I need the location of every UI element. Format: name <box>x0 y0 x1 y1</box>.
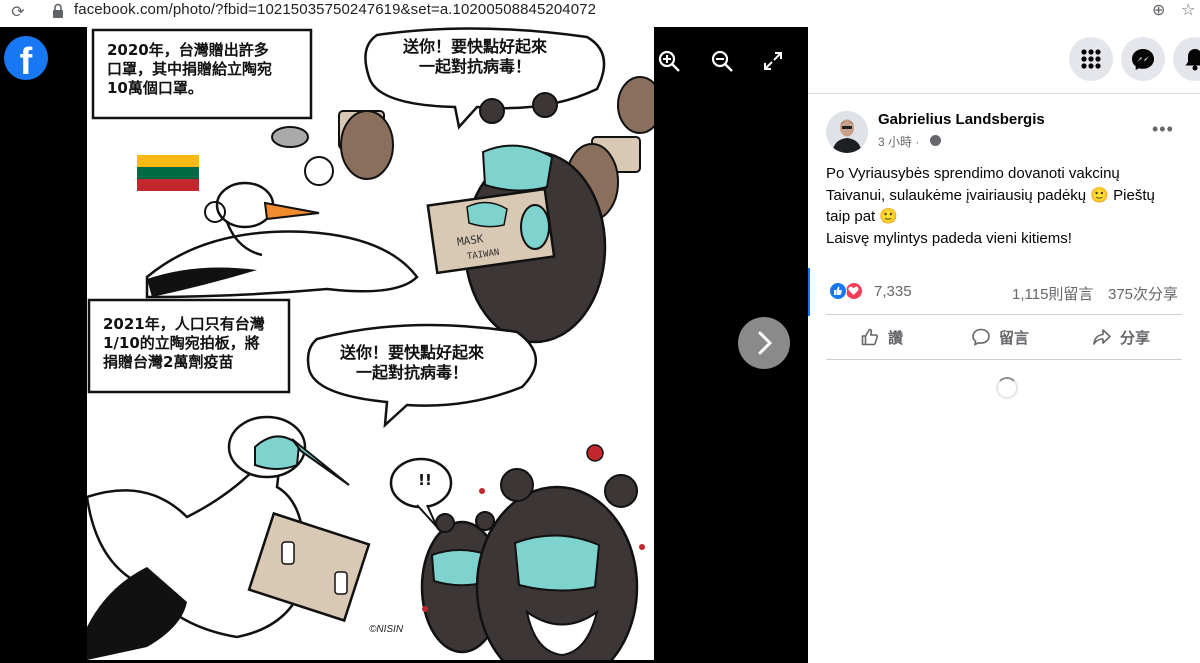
share-label: 分享 <box>1120 329 1151 347</box>
fullscreen-icon[interactable] <box>763 51 783 71</box>
facebook-logo-icon[interactable]: f <box>4 36 48 83</box>
chevron-right-icon <box>758 331 773 355</box>
post-timestamp[interactable]: 3 小時 · <box>878 133 919 150</box>
photo-viewer: f 2020年，台灣贈出許多 口罩，其中捐贈給立陶宛 10萬個口罩。 送你！要快… <box>0 27 808 663</box>
comment-bubble-icon <box>972 328 990 346</box>
public-globe-icon <box>930 135 941 146</box>
post-actions: 讚 留言 分享 <box>826 317 1182 357</box>
panel1-caption: 2020年，台灣贈出許多 口罩，其中捐贈給立陶宛 10萬個口罩。 <box>107 41 273 97</box>
post-line: Laisvę mylintys padeda vieni kitiems! <box>826 229 1072 247</box>
lock-icon[interactable] <box>52 3 64 19</box>
comic-image: 2020年，台灣贈出許多 口罩，其中捐贈給立陶宛 10萬個口罩。 送你！要快點好… <box>87 27 654 660</box>
browser-zoom-icon[interactable]: ⊕ <box>1152 0 1165 20</box>
post-line: Po Vyriausybės sprendimo dovanoti vakcin… <box>826 165 1120 182</box>
reload-icon[interactable]: ⟳ <box>8 2 28 22</box>
author-name[interactable]: Gabrielius Landsbergis <box>878 111 1045 128</box>
header-divider <box>808 93 1200 94</box>
zoom-in-icon[interactable] <box>657 49 681 73</box>
reaction-count[interactable]: 7,335 <box>874 283 912 300</box>
author-avatar[interactable] <box>826 111 868 153</box>
comments-count[interactable]: 1,115則留言 <box>1012 283 1093 304</box>
post-line: Taivanui, sulaukėme įvairiausių padėkų 🙂… <box>826 186 1155 204</box>
grid-menu-icon <box>1081 49 1101 69</box>
bookmark-star-icon[interactable]: ☆ <box>1181 0 1195 20</box>
thumb-icon <box>834 286 842 295</box>
panel2-speech-bubble: 送你！要快點好起來 一起對抗病毒！ <box>339 343 484 382</box>
panel2-caption: 2021年，人口只有台灣 1/10的立陶宛拍板，將 捐贈台灣2萬劑疫苗 <box>103 315 265 371</box>
more-options-icon[interactable]: ••• <box>1152 119 1174 140</box>
share-arrow-icon <box>1093 329 1111 345</box>
messenger-button[interactable] <box>1121 37 1165 81</box>
next-photo-button[interactable] <box>738 317 790 369</box>
love-reaction-icon[interactable] <box>845 282 863 300</box>
loading-spinner-icon <box>996 377 1018 399</box>
heart-icon <box>848 286 859 295</box>
thumbs-up-icon <box>861 328 878 346</box>
like-reaction-icon[interactable] <box>829 282 847 300</box>
menu-button[interactable] <box>1069 37 1113 81</box>
comment-label: 留言 <box>999 329 1030 347</box>
panel1-speech-bubble: 送你！要快點好起來 一起對抗病毒！ <box>402 37 547 76</box>
shares-count[interactable]: 375次分享 <box>1108 283 1178 304</box>
post-text: Po Vyriausybės sprendimo dovanoti vakcin… <box>826 163 1186 249</box>
artist-signature: ©NISIN <box>369 624 404 635</box>
exclamation-bubble: !! <box>418 471 432 489</box>
like-button[interactable]: 讚 <box>860 317 903 357</box>
reactions-bar: 7,335 1,115則留言 375次分享 <box>826 280 1186 304</box>
actions-divider <box>826 359 1182 360</box>
post-line: taip pat 🙂 <box>826 208 899 225</box>
share-button[interactable]: 分享 <box>1092 317 1150 357</box>
messenger-icon <box>1132 49 1154 70</box>
comment-button[interactable]: 留言 <box>971 317 1029 357</box>
like-label: 讚 <box>888 329 904 347</box>
focus-edge-indicator <box>808 268 810 316</box>
notifications-button[interactable] <box>1173 37 1200 81</box>
author-photo <box>826 111 868 153</box>
browser-address-bar: ⟳ facebook.com/photo/?fbid=1021503575024… <box>0 0 1200 24</box>
post-side-panel: Gabrielius Landsbergis 3 小時 · ••• Po Vyr… <box>808 27 1200 663</box>
url-text[interactable]: facebook.com/photo/?fbid=102150357502476… <box>74 1 596 18</box>
bell-icon <box>1185 49 1200 71</box>
zoom-out-icon[interactable] <box>710 49 734 73</box>
reactions-divider <box>826 314 1182 315</box>
